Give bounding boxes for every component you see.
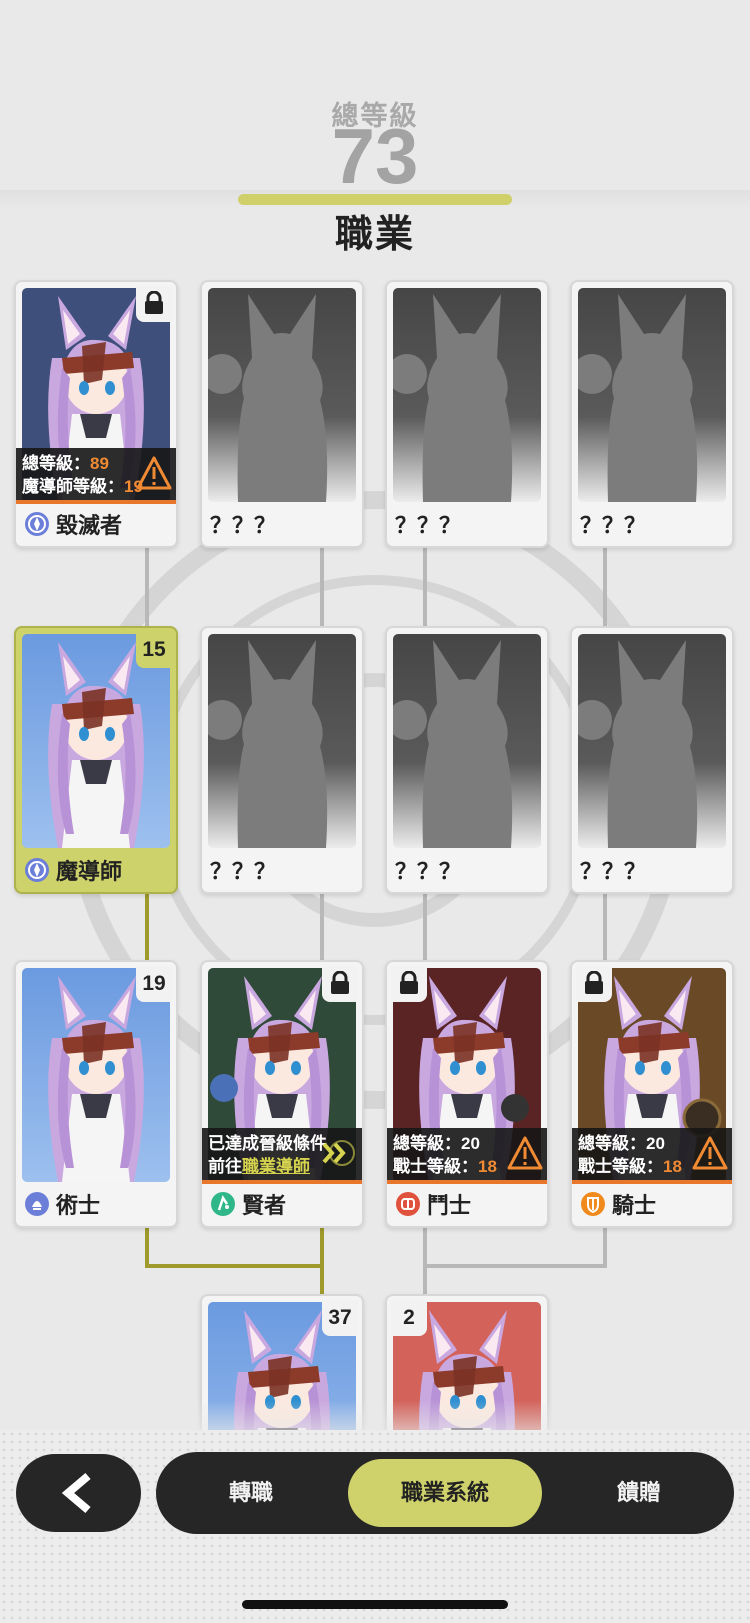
job-name: ？？？ [580, 513, 647, 538]
promotion-prefix: 前往 [208, 1157, 242, 1176]
connector-low-left-vertical [145, 1226, 149, 1268]
job-name: 賢者 [242, 1193, 287, 1218]
lock-icon [136, 286, 172, 322]
level-badge: 37 [322, 1300, 358, 1336]
unknown-silhouette [208, 634, 356, 848]
warning-icon [136, 456, 172, 490]
total-level-value: 73 [331, 112, 419, 200]
job-card-unknown[interactable]: ？？？ [570, 626, 734, 894]
job-card-sorcerer[interactable]: 19 術士 [14, 960, 178, 1228]
req-class-value: 18 [663, 1157, 682, 1176]
chevron-left-icon [61, 1472, 91, 1514]
job-card-knight[interactable]: 總等級：20 戰士等級：18 騎士 [570, 960, 734, 1228]
job-portrait [578, 634, 726, 848]
level-badge: 15 [136, 632, 172, 668]
back-button[interactable] [16, 1454, 141, 1532]
req-total-value: 89 [90, 454, 109, 473]
header: 總等級 73 職業 [0, 0, 750, 256]
job-portrait [393, 288, 541, 502]
level-badge: 19 [136, 966, 172, 1002]
connector-low-right-up [603, 1226, 607, 1268]
lock-icon [391, 966, 427, 1002]
req-class-label: 戰士等級： [393, 1157, 478, 1176]
fighter-class-icon [395, 1191, 421, 1217]
promotion-status-panel: 已達成晉級條件 前往職業導師 [202, 1128, 362, 1184]
job-portrait [208, 634, 356, 848]
job-card-sage[interactable]: 已達成晉級條件 前往職業導師 賢者 [200, 960, 364, 1228]
connector-low-right-horizontal [423, 1264, 607, 1268]
job-portrait [578, 288, 726, 502]
requirement-panel: 總等級：20 戰士等級：18 [572, 1128, 732, 1184]
connector-col2-mid [320, 884, 324, 964]
job-name: ？？？ [395, 859, 462, 884]
req-class-label: 魔導師等級： [22, 477, 124, 496]
job-name: 騎士 [612, 1193, 657, 1218]
sorcerer-class-icon [24, 1191, 50, 1217]
job-card-unknown[interactable]: ？？？ [570, 280, 734, 548]
job-card-unknown[interactable]: ？？？ [200, 280, 364, 548]
req-total-label: 總等級： [393, 1134, 461, 1153]
mage-class-icon [24, 511, 50, 537]
warning-icon [507, 1136, 543, 1170]
connector-col1-top [145, 540, 149, 630]
unknown-silhouette [208, 288, 356, 502]
req-class-label: 戰士等級： [578, 1157, 663, 1176]
job-name: ？？？ [210, 513, 277, 538]
warning-icon [692, 1136, 728, 1170]
unknown-silhouette [578, 634, 726, 848]
sage-class-icon [210, 1191, 236, 1217]
unknown-silhouette [578, 288, 726, 502]
job-name: ？？？ [210, 859, 277, 884]
job-portrait [208, 288, 356, 502]
job-card-unknown[interactable]: ？？？ [200, 626, 364, 894]
req-class-value: 18 [478, 1157, 497, 1176]
job-card-mage[interactable]: 15 魔導師 [14, 626, 178, 894]
double-chevron-right-icon [322, 1140, 355, 1166]
requirement-panel: 總等級：20 戰士等級：18 [387, 1128, 547, 1184]
connector-low-left-horizontal [145, 1264, 324, 1268]
connector-col2-top [320, 540, 324, 630]
job-card-destroyer[interactable]: 總等級：89 魔導師等級：19 毀滅者 [14, 280, 178, 548]
job-name: 鬥士 [427, 1193, 472, 1218]
connector-low-right-vertical [423, 1226, 427, 1296]
job-portrait [393, 634, 541, 848]
req-total-label: 總等級： [22, 454, 90, 473]
connector-low-left-down [320, 1226, 324, 1296]
job-mentor-link[interactable]: 職業導師 [242, 1157, 310, 1176]
mage-class-icon [24, 857, 50, 883]
job-name: ？？？ [580, 859, 647, 884]
lock-icon [576, 966, 612, 1002]
unknown-silhouette [393, 288, 541, 502]
requirement-panel: 總等級：89 魔導師等級：19 [16, 448, 176, 504]
bottom-tab-bar: 轉職 職業系統 饋贈 [156, 1452, 734, 1534]
req-total-value: 20 [461, 1134, 480, 1153]
connector-col3-top [423, 540, 427, 630]
connector-col4-top [603, 540, 607, 630]
job-card-unknown[interactable]: ？？？ [385, 280, 549, 548]
connector-col4-mid [603, 884, 607, 964]
unknown-silhouette [393, 634, 541, 848]
level-badge: 2 [391, 1300, 427, 1336]
job-name: 魔導師 [56, 859, 123, 884]
home-indicator [242, 1600, 508, 1609]
req-total-label: 總等級： [578, 1134, 646, 1153]
connector-col1-mid [145, 884, 149, 964]
job-card-fighter[interactable]: 總等級：20 戰士等級：18 鬥士 [385, 960, 549, 1228]
job-card-unknown[interactable]: ？？？ [385, 626, 549, 894]
tab-gift[interactable]: 饋贈 [544, 1459, 734, 1527]
connector-col3-mid [423, 884, 427, 964]
knight-class-icon [580, 1191, 606, 1217]
req-total-value: 20 [646, 1134, 665, 1153]
page-title: 職業 [334, 214, 415, 256]
tab-job-system[interactable]: 職業系統 [348, 1459, 542, 1527]
job-name: 術士 [56, 1193, 101, 1218]
lock-icon [322, 966, 358, 1002]
job-name: 毀滅者 [56, 513, 123, 538]
job-name: ？？？ [395, 513, 462, 538]
tab-job-change[interactable]: 轉職 [156, 1459, 346, 1527]
